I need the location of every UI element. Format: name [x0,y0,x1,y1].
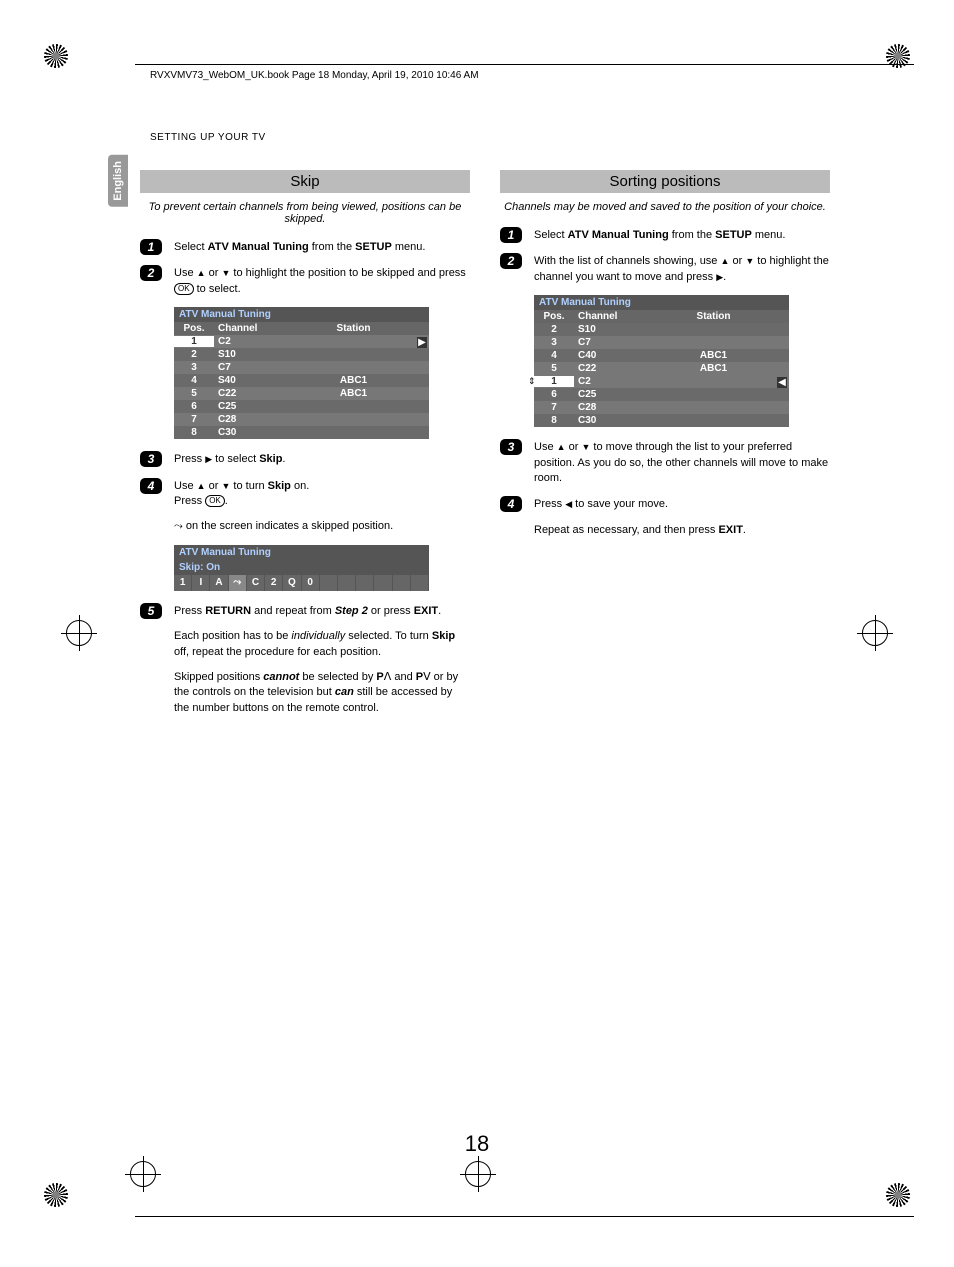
left-arrow-icon: ◀ [777,377,787,388]
skip-note: ⤳ on the screen indicates a skipped posi… [174,519,470,534]
intro-sorting: Channels may be moved and saved to the p… [500,201,830,213]
step-4: 4 Use ▲ or ▼ to turn Skip on. Press OK. [140,478,470,510]
up-arrow-icon: ▲ [557,442,566,452]
osd-table-sort: ATV Manual Tuning Pos.ChannelStation 2S1… [534,295,789,427]
step-number-icon: 4 [140,478,162,494]
skip-indicator-icon: ⤳ [174,520,183,532]
reg-mark-icon [44,1183,68,1207]
osd-header: Pos.ChannelStation [534,310,789,323]
content-area: Skip To prevent certain channels from be… [140,170,844,726]
osd-row: 7C28 [174,413,429,426]
step-text: Use ▲ or ▼ to turn Skip on. Press OK. [174,478,470,510]
up-arrow-icon: ▲ [197,481,206,491]
step-number-icon: 5 [140,603,162,619]
osd-row: 6C25 [534,388,789,401]
move-handle-icon: ⇕ [528,376,536,387]
intro-skip: To prevent certain channels from being v… [140,201,470,225]
skip-cells: 1IA⤳C2Q0 [174,575,429,591]
reg-mark-icon [66,620,92,646]
skip-indicator-icon: ⤳ [229,575,247,591]
step-1: 1 Select ATV Manual Tuning from the SETU… [500,227,830,243]
step-3: 3 Use ▲ or ▼ to move through the list to… [500,439,830,486]
osd-row-selected: ⇕1C2◀ [534,375,789,388]
step-text: With the list of channels showing, use ▲… [534,253,830,285]
step-text: Press ◀ to save your move. [534,496,830,512]
up-arrow-icon: ▲ [197,268,206,278]
step-5: 5 Press RETURN and repeat from Step 2 or… [140,603,470,619]
step-number-icon: 3 [500,439,522,455]
paragraph: Repeat as necessary, and then press EXIT… [534,523,830,538]
step-number-icon: 3 [140,451,162,467]
osd-row: 5C22ABC1 [174,387,429,400]
osd-skip-detail: ATV Manual Tuning Skip: On 1IA⤳C2Q0 [174,545,429,591]
step-number-icon: 1 [140,239,162,255]
osd-row: 6C25 [174,400,429,413]
paragraph: Each position has to be individually sel… [174,629,470,660]
osd-row: 3C7 [174,361,429,374]
osd-title: ATV Manual Tuning [174,545,429,560]
step-number-icon: 4 [500,496,522,512]
down-arrow-icon: ▼ [745,256,754,266]
step-number-icon: 2 [140,265,162,281]
step-text: Use ▲ or ▼ to move through the list to y… [534,439,830,486]
step-3: 3 Press ▶ to select Skip. [140,451,470,467]
p-down-icon: ᐯ [423,671,431,683]
reg-mark-icon [130,1161,156,1187]
ok-button-icon: OK [174,283,194,295]
osd-row: 5C22ABC1 [534,362,789,375]
osd-row: 2S10 [534,323,789,336]
osd-row: 8C30 [534,414,789,427]
osd-row: 7C28 [534,401,789,414]
column-sorting: Sorting positions Channels may be moved … [500,170,830,726]
heading-skip: Skip [140,170,470,193]
step-2: 2 With the list of channels showing, use… [500,253,830,285]
step-1: 1 Select ATV Manual Tuning from the SETU… [140,239,470,255]
page: RVXVMV73_WebOM_UK.book Page 18 Monday, A… [0,0,954,1267]
step-4: 4 Press ◀ to save your move. [500,496,830,512]
file-header: RVXVMV73_WebOM_UK.book Page 18 Monday, A… [150,70,479,81]
paragraph: Skipped positions cannot be selected by … [174,670,470,716]
step-2: 2 Use ▲ or ▼ to highlight the position t… [140,265,470,297]
skip-status: Skip: On [174,560,429,575]
step-text: Select ATV Manual Tuning from the SETUP … [174,239,470,255]
osd-header: Pos.ChannelStation [174,322,429,335]
step-text: Press ▶ to select Skip. [174,451,470,467]
ok-button-icon: OK [205,495,225,507]
language-tab: English [108,155,128,207]
heading-sorting: Sorting positions [500,170,830,193]
column-skip: Skip To prevent certain channels from be… [140,170,470,726]
osd-title: ATV Manual Tuning [534,295,789,310]
osd-row: 3C7 [534,336,789,349]
right-arrow-icon: ▶ [417,337,427,348]
page-number: 18 [0,1131,954,1157]
reg-mark-icon [465,1161,491,1187]
osd-table-skip: ATV Manual Tuning Pos.ChannelStation 1C2… [174,307,429,439]
section-title: SETTING UP YOUR TV [150,132,266,143]
step-number-icon: 1 [500,227,522,243]
osd-row: 4C40ABC1 [534,349,789,362]
step-text: Press RETURN and repeat from Step 2 or p… [174,603,470,619]
osd-title: ATV Manual Tuning [174,307,429,322]
top-rule [135,64,914,65]
bottom-rule [135,1216,914,1217]
step-number-icon: 2 [500,253,522,269]
reg-mark-icon [862,620,888,646]
osd-row: 2S10 [174,348,429,361]
reg-mark-icon [44,44,68,68]
reg-mark-icon [886,1183,910,1207]
osd-row: 4S40ABC1 [174,374,429,387]
osd-row: 1C2▶ [174,335,429,348]
step-text: Use ▲ or ▼ to highlight the position to … [174,265,470,297]
osd-row: 8C30 [174,426,429,439]
step-text: Select ATV Manual Tuning from the SETUP … [534,227,830,243]
